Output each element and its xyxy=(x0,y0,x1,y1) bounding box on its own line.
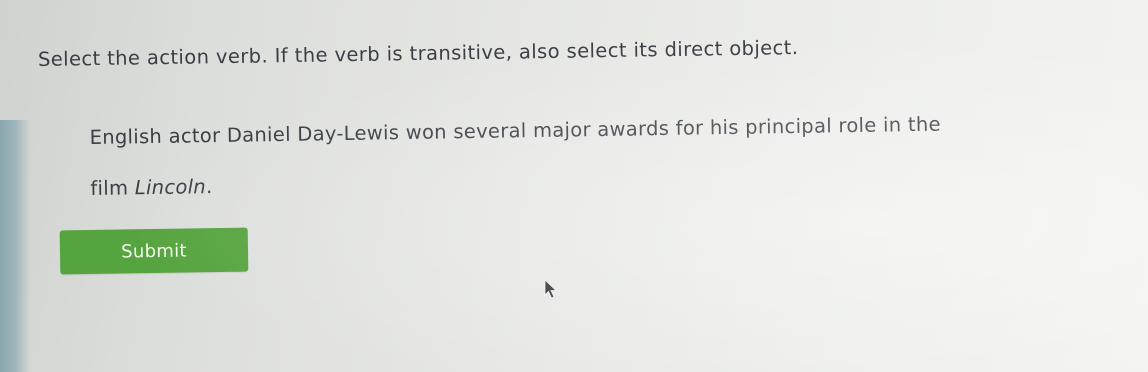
sentence-word-film[interactable]: film xyxy=(90,176,135,200)
screen-edge xyxy=(0,120,30,372)
question-prompt: Select the action verb. If the verb is t… xyxy=(37,36,799,71)
sentence-period: . xyxy=(205,175,213,199)
submit-button[interactable]: Submit xyxy=(59,227,249,275)
mouse-pointer-icon xyxy=(544,279,557,299)
question-sentence: English actor Daniel Day-Lewis won sever… xyxy=(89,96,1080,214)
sentence-title-lincoln[interactable]: Lincoln xyxy=(135,175,207,199)
